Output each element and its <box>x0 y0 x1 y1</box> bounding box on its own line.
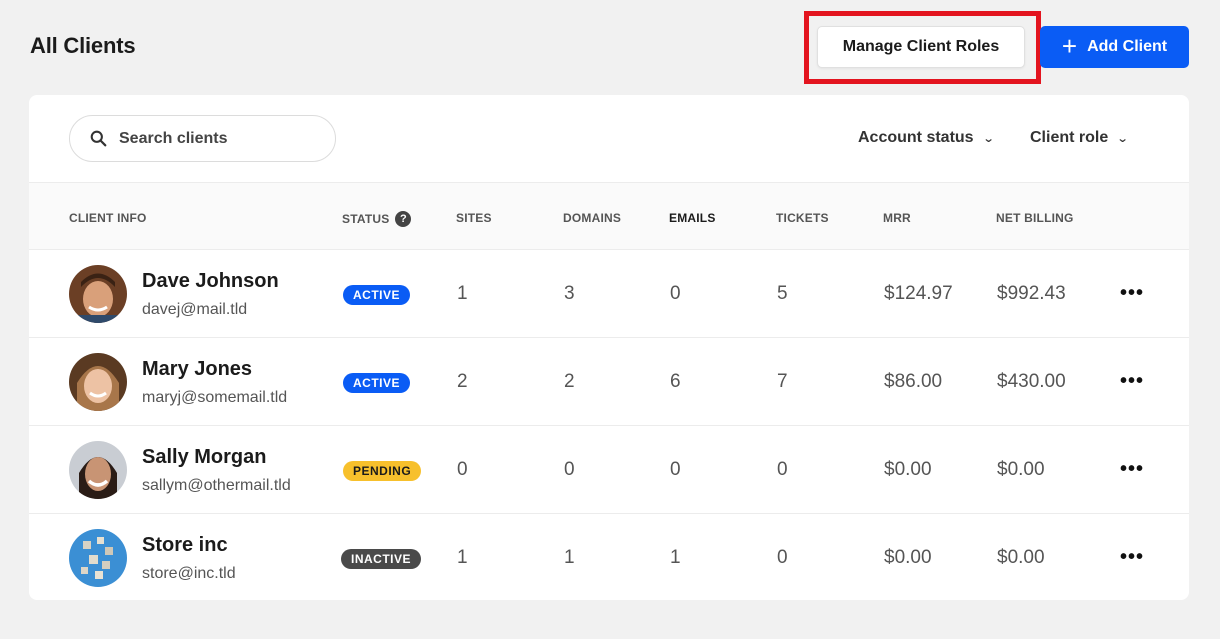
client-email: maryj@somemail.tld <box>142 389 288 406</box>
account-status-filter[interactable]: Account status ⌄ <box>858 129 995 147</box>
manage-client-roles-button[interactable]: Manage Client Roles <box>817 26 1025 68</box>
more-options-icon[interactable]: ••• <box>1120 546 1144 569</box>
column-label: TICKETS <box>776 211 829 225</box>
add-client-label: Add Client <box>1087 38 1168 55</box>
search-input[interactable] <box>119 129 309 148</box>
column-header-tickets[interactable]: TICKETS <box>776 211 829 225</box>
net-billing-value: $0.00 <box>997 547 1045 568</box>
sites-count: 0 <box>457 459 468 480</box>
column-label: EMAILS <box>669 211 716 225</box>
table-row[interactable]: Dave Johnson davej@mail.tld ACTIVE 1 3 0… <box>29 250 1189 338</box>
column-label: NET BILLING <box>996 211 1074 225</box>
client-name[interactable]: Store inc <box>142 534 228 557</box>
client-name[interactable]: Mary Jones <box>142 358 252 381</box>
avatar[interactable] <box>69 265 127 323</box>
column-label: CLIENT INFO <box>69 211 147 225</box>
page-title: All Clients <box>30 33 136 58</box>
column-label: DOMAINS <box>563 211 622 225</box>
tickets-count: 7 <box>777 371 788 392</box>
domains-count: 0 <box>564 459 575 480</box>
chevron-down-icon: ⌄ <box>1116 132 1129 145</box>
table-row[interactable]: Store inc store@inc.tld INACTIVE 1 1 1 0… <box>29 514 1189 600</box>
domains-count: 3 <box>564 283 575 304</box>
domains-count: 1 <box>564 547 575 568</box>
add-client-button[interactable]: + Add Client <box>1040 26 1189 68</box>
column-label: MRR <box>883 211 911 225</box>
manage-client-roles-label: Manage Client Roles <box>842 38 1000 55</box>
column-header-net-billing[interactable]: NET BILLING <box>996 211 1074 225</box>
mrr-value: $0.00 <box>884 547 932 568</box>
plus-icon: + <box>1061 30 1078 61</box>
search-icon <box>90 130 107 147</box>
avatar[interactable] <box>69 353 127 411</box>
status-badge: INACTIVE <box>341 549 422 569</box>
column-header-mrr[interactable]: MRR <box>883 211 911 225</box>
column-header-status[interactable]: STATUS ? <box>342 211 412 227</box>
column-header-domains[interactable]: DOMAINS <box>563 211 621 225</box>
sites-count: 1 <box>457 283 468 304</box>
tickets-count: 0 <box>777 547 788 568</box>
avatar[interactable] <box>69 529 127 587</box>
net-billing-value: $0.00 <box>997 459 1045 480</box>
search-box[interactable] <box>69 115 336 162</box>
status-badge: ACTIVE <box>343 373 411 393</box>
chevron-down-icon: ⌄ <box>982 132 995 145</box>
emails-count: 0 <box>670 459 681 480</box>
domains-count: 2 <box>564 371 575 392</box>
column-header-client-info[interactable]: CLIENT INFO <box>69 211 147 225</box>
net-billing-value: $992.43 <box>997 283 1066 304</box>
mrr-value: $124.97 <box>884 283 953 304</box>
table-row[interactable]: Sally Morgan sallym@othermail.tld PENDIN… <box>29 426 1189 514</box>
column-header-emails[interactable]: EMAILS <box>669 211 716 225</box>
status-badge: PENDING <box>343 461 422 481</box>
emails-count: 1 <box>670 547 681 568</box>
client-name[interactable]: Sally Morgan <box>142 446 266 469</box>
emails-count: 0 <box>670 283 681 304</box>
more-options-icon[interactable]: ••• <box>1120 458 1144 481</box>
net-billing-value: $430.00 <box>997 371 1066 392</box>
clients-card: Account status ⌄ Client role ⌄ CLIENT IN… <box>29 95 1189 600</box>
column-label: SITES <box>456 211 492 225</box>
avatar[interactable] <box>69 441 127 499</box>
client-email: sallym@othermail.tld <box>142 477 291 494</box>
mrr-value: $0.00 <box>884 459 932 480</box>
client-role-filter[interactable]: Client role ⌄ <box>1030 129 1129 147</box>
column-label: STATUS <box>342 212 390 226</box>
emails-count: 6 <box>670 371 681 392</box>
sites-count: 2 <box>457 371 468 392</box>
account-status-label: Account status <box>858 129 974 146</box>
column-header-sites[interactable]: SITES <box>456 211 492 225</box>
table-row[interactable]: Mary Jones maryj@somemail.tld ACTIVE 2 2… <box>29 338 1189 426</box>
mrr-value: $86.00 <box>884 371 943 392</box>
more-options-icon[interactable]: ••• <box>1120 370 1144 393</box>
table-header: CLIENT INFO STATUS ? SITES DOMAINS EMAIL… <box>29 182 1189 250</box>
status-badge: ACTIVE <box>343 285 411 305</box>
client-email: store@inc.tld <box>142 565 236 582</box>
tickets-count: 0 <box>777 459 788 480</box>
question-circle-icon[interactable]: ? <box>395 211 412 227</box>
more-options-icon[interactable]: ••• <box>1120 282 1144 305</box>
sites-count: 1 <box>457 547 468 568</box>
tickets-count: 5 <box>777 283 788 304</box>
client-role-label: Client role <box>1030 129 1109 146</box>
client-email: davej@mail.tld <box>142 301 248 318</box>
client-name[interactable]: Dave Johnson <box>142 270 279 293</box>
